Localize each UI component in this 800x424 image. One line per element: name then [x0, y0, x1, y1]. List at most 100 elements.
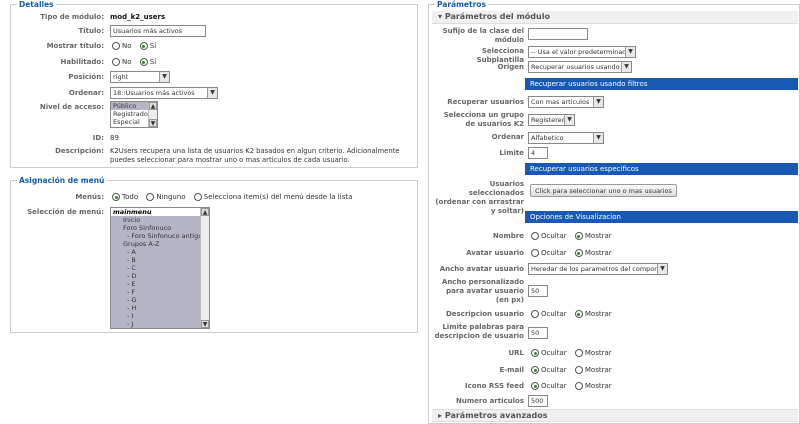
- recuperar-label: Recuperar usuarios: [447, 98, 524, 106]
- scroll-down-icon[interactable]: ▼: [149, 119, 157, 127]
- menu-item[interactable]: - D: [111, 272, 209, 280]
- menu-items-listbox[interactable]: mainmenu Inicio Foro Sinfonuco - Foro Si…: [110, 207, 210, 329]
- rss-radios: Ocultar Mostrar: [531, 381, 618, 391]
- advanced-params-header[interactable]: ▸ Parámetros avanzados: [432, 409, 798, 422]
- nombre-radios: Ocultar Mostrar: [531, 231, 618, 241]
- ancho-pers-label: Ancho personalizado para avatar usuario …: [441, 278, 524, 304]
- rss-mostrar-radio[interactable]: [574, 382, 583, 390]
- band-filtros: Recuperar usuarios usando filtros: [525, 78, 798, 90]
- url-ocultar-radio[interactable]: [531, 349, 539, 357]
- ordenar-param-label: Ordenar: [491, 133, 524, 141]
- todo-label: Todo: [122, 193, 139, 201]
- limite-palabras-input[interactable]: 50: [528, 327, 548, 339]
- url-label: URL: [508, 349, 524, 357]
- selecciona-radio[interactable]: [193, 193, 202, 201]
- menu-item[interactable]: - Foro Sinfonuco antiguo: [111, 232, 209, 240]
- menu-item[interactable]: - A: [111, 248, 209, 256]
- descripcion-usuario-label: Descripcion usuario: [445, 310, 524, 318]
- grupo-value: Registered: [531, 116, 566, 124]
- url-mostrar-radio[interactable]: [574, 349, 583, 357]
- band-opciones: Opciones de Visualizacion: [525, 211, 798, 223]
- descripcion-radios: Ocultar Mostrar: [531, 309, 618, 319]
- acceso-label: Nivel de acceso:: [39, 103, 104, 111]
- avatar-ocultar-radio[interactable]: [531, 249, 539, 257]
- acceso-scrollbar[interactable]: ▲ ▼: [148, 102, 157, 127]
- limite-palabras-label: Limite palabras para descripcion de usua…: [434, 323, 524, 340]
- chevron-down-icon: ▼: [621, 62, 631, 72]
- menus-radios: Todo Ninguno Selecciona item(s) del menú…: [112, 192, 358, 202]
- menu-scrollbar[interactable]: ▲ ▼: [200, 208, 209, 328]
- menu-item[interactable]: - H: [111, 304, 209, 312]
- ocultar-label: Ocultar: [541, 382, 567, 390]
- advanced-params-title: Parámetros avanzados: [444, 411, 548, 420]
- mostrar-label: Mostrar: [584, 349, 612, 357]
- sufijo-input[interactable]: [528, 28, 588, 40]
- seleccionados-label: Usuarios seleccionados (ordenar con arra…: [435, 180, 524, 215]
- habilitado-si-radio[interactable]: [139, 58, 148, 66]
- numero-input[interactable]: 500: [528, 395, 548, 407]
- chevron-down-icon: ▼: [657, 264, 667, 274]
- rss-ocultar-radio[interactable]: [531, 382, 539, 390]
- si-label: Sí: [149, 58, 157, 66]
- origen-value: Recuperar usuarios usando filtros: [531, 63, 632, 71]
- todo-radio[interactable]: [112, 193, 120, 201]
- chevron-down-icon: ▼: [625, 47, 635, 57]
- mostrar-no-radio[interactable]: [112, 42, 120, 50]
- grupo-select[interactable]: Registered ▼: [528, 114, 575, 126]
- limite-label: Limite: [499, 149, 524, 157]
- menu-item[interactable]: Grupos A-Z: [111, 240, 209, 248]
- titulo-input[interactable]: Usuarios más activos: [110, 25, 206, 37]
- menu-legend: Asignación de menú: [17, 176, 107, 185]
- avatar-mostrar-radio[interactable]: [574, 249, 583, 257]
- menu-fieldset: Asignación de menú: [10, 176, 418, 333]
- ocultar-label: Ocultar: [541, 366, 567, 374]
- expand-right-icon: ▸: [438, 411, 443, 420]
- ocultar-label: Ocultar: [541, 310, 567, 318]
- acceso-listbox[interactable]: Público Registrado Especial ▲ ▼: [110, 101, 158, 128]
- ancho-pers-input[interactable]: 50: [528, 285, 548, 297]
- ordenar-select[interactable]: 18::Usuarios más activos ▼: [110, 87, 218, 99]
- module-params-title: Parámetros del módulo: [444, 12, 550, 21]
- nombre-mostrar-radio[interactable]: [574, 232, 583, 240]
- menu-item[interactable]: - E: [111, 280, 209, 288]
- scroll-down-icon[interactable]: ▼: [201, 320, 209, 328]
- nombre-ocultar-radio[interactable]: [531, 232, 539, 240]
- mostrar-label: Mostrar: [584, 382, 612, 390]
- posicion-select[interactable]: right ▼: [110, 71, 170, 83]
- menu-item[interactable]: - F: [111, 288, 209, 296]
- scroll-up-icon[interactable]: ▲: [149, 102, 157, 110]
- menu-item[interactable]: mainmenu: [111, 208, 209, 216]
- tipo-label: Tipo de módulo:: [40, 13, 104, 21]
- menu-item[interactable]: - I: [111, 312, 209, 320]
- menu-item[interactable]: - G: [111, 296, 209, 304]
- scroll-up-icon[interactable]: ▲: [201, 208, 209, 216]
- email-mostrar-radio[interactable]: [574, 366, 583, 374]
- module-params-header[interactable]: ▾ Parámetros del módulo: [432, 11, 798, 24]
- ninguno-radio[interactable]: [146, 193, 155, 201]
- subplantilla-select[interactable]: -- Usa el valor predeterminado -- ▼: [528, 46, 636, 58]
- ocultar-label: Ocultar: [541, 232, 567, 240]
- email-ocultar-radio[interactable]: [531, 366, 539, 374]
- subplantilla-value: -- Usa el valor predeterminado --: [531, 48, 636, 56]
- ordenar-param-select[interactable]: Alfabetico ▼: [528, 132, 604, 144]
- recuperar-select[interactable]: Con mas articulos ▼: [528, 96, 604, 108]
- limite-input[interactable]: 4: [528, 147, 548, 159]
- desc-mostrar-radio[interactable]: [574, 310, 583, 318]
- id-value: 89: [110, 134, 119, 142]
- ordenar-label: Ordenar:: [68, 89, 104, 97]
- menu-item[interactable]: - J: [111, 320, 209, 328]
- habilitado-no-radio[interactable]: [112, 58, 120, 66]
- menu-item[interactable]: - C: [111, 264, 209, 272]
- menu-item[interactable]: Foro Sinfonuco: [111, 224, 209, 232]
- select-users-button[interactable]: Click para seleccionar uno o mas usuario…: [530, 184, 677, 197]
- menu-item[interactable]: - B: [111, 256, 209, 264]
- ancho-avatar-select[interactable]: Heredar de los parametros del componente…: [528, 263, 668, 275]
- menu-item[interactable]: Inicio: [111, 216, 209, 224]
- mostrar-si-radio[interactable]: [139, 42, 148, 50]
- ancho-avatar-label: Ancho avatar usuario: [439, 265, 524, 273]
- posicion-value: right: [113, 73, 129, 81]
- origen-select[interactable]: Recuperar usuarios usando filtros ▼: [528, 61, 632, 73]
- no-label: No: [122, 58, 132, 66]
- desc-ocultar-radio[interactable]: [531, 310, 539, 318]
- mostrar-label: Mostrar: [584, 366, 612, 374]
